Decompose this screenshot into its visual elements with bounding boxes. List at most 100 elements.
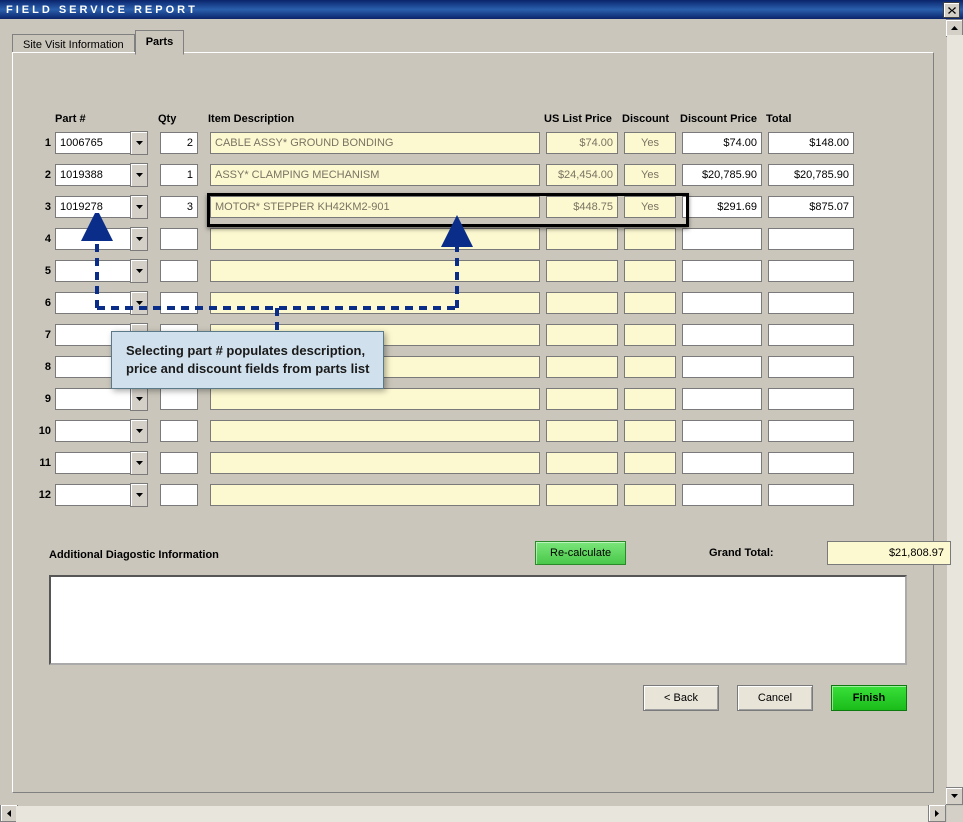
part-number-dropdown[interactable] — [130, 291, 148, 315]
chevron-down-icon — [136, 301, 143, 305]
part-number-dropdown[interactable] — [130, 131, 148, 155]
list-price-field — [546, 388, 618, 410]
recalculate-button[interactable]: Re-calculate — [535, 541, 626, 565]
discount-price-field[interactable] — [682, 484, 762, 506]
part-number-input[interactable]: 1006765 — [55, 132, 130, 154]
scroll-right-button[interactable] — [928, 804, 946, 822]
qty-input[interactable]: 1 — [160, 164, 198, 186]
discount-price-field[interactable]: $291.69 — [682, 196, 762, 218]
discount-price-field[interactable] — [682, 260, 762, 282]
qty-input[interactable] — [160, 260, 198, 282]
part-number-dropdown[interactable] — [130, 259, 148, 283]
part-number-dropdown[interactable] — [130, 227, 148, 251]
qty-input[interactable] — [160, 388, 198, 410]
part-number-dropdown[interactable] — [130, 195, 148, 219]
table-row: 9 — [33, 387, 913, 411]
qty-input[interactable] — [160, 452, 198, 474]
row-number: 3 — [33, 201, 55, 213]
qty-input[interactable] — [160, 292, 198, 314]
row-number: 11 — [33, 457, 55, 469]
chevron-down-icon — [136, 141, 143, 145]
callout-line2: price and discount fields from parts lis… — [126, 360, 369, 378]
part-number-input[interactable] — [55, 260, 130, 282]
description-field — [210, 484, 540, 506]
total-field — [768, 228, 854, 250]
discount-price-field[interactable] — [682, 292, 762, 314]
part-number-dropdown[interactable] — [130, 419, 148, 443]
part-number-input[interactable] — [55, 420, 130, 442]
chevron-down-icon — [136, 397, 143, 401]
parts-grid: Part # Qty Item Description US List Pric… — [33, 113, 913, 515]
row-number: 2 — [33, 169, 55, 181]
list-price-field — [546, 484, 618, 506]
scrollbar-horizontal[interactable] — [16, 806, 930, 822]
table-row: 210193881ASSY* CLAMPING MECHANISM$24,454… — [33, 163, 913, 187]
hdr-price: US List Price — [544, 113, 622, 125]
list-price-field — [546, 260, 618, 282]
part-number-input[interactable]: 1019388 — [55, 164, 130, 186]
list-price-field: $74.00 — [546, 132, 618, 154]
qty-input[interactable]: 3 — [160, 196, 198, 218]
part-number-input[interactable] — [55, 228, 130, 250]
chevron-right-icon — [935, 810, 939, 817]
discount-price-field[interactable] — [682, 420, 762, 442]
additional-info-textarea[interactable] — [49, 575, 907, 665]
part-number-input[interactable] — [55, 484, 130, 506]
chevron-up-icon — [951, 26, 958, 30]
description-field — [210, 452, 540, 474]
back-button[interactable]: < Back — [643, 685, 719, 711]
content-area: Site Visit Information Parts Part # Qty … — [0, 19, 946, 805]
additional-info-label: Additional Diagostic Information — [49, 549, 219, 561]
part-number-dropdown[interactable] — [130, 451, 148, 475]
qty-input[interactable] — [160, 228, 198, 250]
description-field — [210, 388, 540, 410]
part-number-input[interactable] — [55, 292, 130, 314]
hdr-desc: Item Description — [208, 113, 544, 125]
part-number-input[interactable] — [55, 452, 130, 474]
discount-price-field[interactable]: $74.00 — [682, 132, 762, 154]
description-field: CABLE ASSY* GROUND BONDING — [210, 132, 540, 154]
table-row: 12 — [33, 483, 913, 507]
titlebar: FIELD SERVICE REPORT — [0, 0, 963, 19]
grand-total-label: Grand Total: — [709, 547, 774, 559]
part-number-input[interactable] — [55, 388, 130, 410]
hdr-total: Total — [766, 113, 791, 125]
discount-field: Yes — [624, 132, 676, 154]
total-field — [768, 420, 854, 442]
close-button[interactable] — [943, 2, 960, 18]
part-number-dropdown[interactable] — [130, 163, 148, 187]
discount-price-field[interactable] — [682, 324, 762, 346]
list-price-field — [546, 356, 618, 378]
part-number-dropdown[interactable] — [130, 483, 148, 507]
finish-button[interactable]: Finish — [831, 685, 907, 711]
discount-price-field[interactable] — [682, 356, 762, 378]
qty-input[interactable] — [160, 420, 198, 442]
hdr-qty: Qty — [158, 113, 196, 125]
discount-field — [624, 260, 676, 282]
total-field — [768, 292, 854, 314]
chevron-down-icon — [136, 493, 143, 497]
scroll-down-button[interactable] — [945, 787, 963, 805]
discount-field — [624, 356, 676, 378]
tab-parts[interactable]: Parts — [135, 30, 185, 55]
scrollbar-vertical[interactable] — [947, 35, 963, 789]
table-row: 110067652CABLE ASSY* GROUND BONDING$74.0… — [33, 131, 913, 155]
description-field: MOTOR* STEPPER KH42KM2-901 — [210, 196, 540, 218]
total-field: $20,785.90 — [768, 164, 854, 186]
chevron-down-icon — [136, 237, 143, 241]
discount-price-field[interactable] — [682, 228, 762, 250]
table-row: 10 — [33, 419, 913, 443]
qty-input[interactable] — [160, 484, 198, 506]
callout-line1: Selecting part # populates description, — [126, 342, 369, 360]
total-field: $875.07 — [768, 196, 854, 218]
part-number-input[interactable]: 1019278 — [55, 196, 130, 218]
row-number: 5 — [33, 265, 55, 277]
discount-price-field[interactable] — [682, 388, 762, 410]
cancel-button[interactable]: Cancel — [737, 685, 813, 711]
part-number-dropdown[interactable] — [130, 387, 148, 411]
discount-price-field[interactable] — [682, 452, 762, 474]
discount-field: Yes — [624, 164, 676, 186]
discount-price-field[interactable]: $20,785.90 — [682, 164, 762, 186]
row-number: 9 — [33, 393, 55, 405]
qty-input[interactable]: 2 — [160, 132, 198, 154]
